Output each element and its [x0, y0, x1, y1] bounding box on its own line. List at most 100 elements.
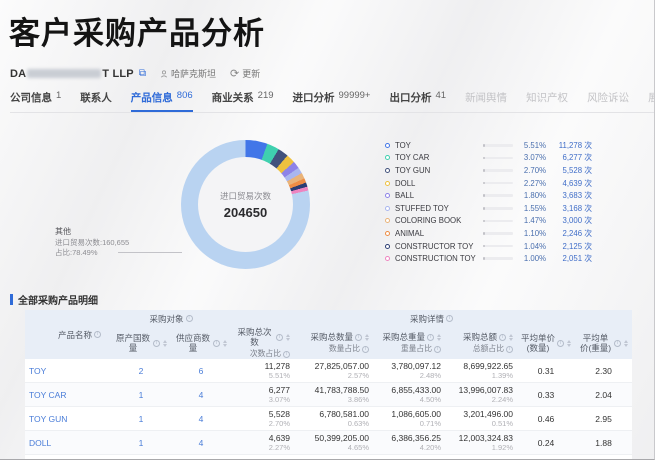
table-body: TOY 2 6 11,278 5.51% 27,825,057.00 2.57% 3,780,… [25, 359, 633, 459]
sort-icon[interactable] [437, 333, 442, 341]
col-header[interactable]: 供应商数量 i [171, 327, 232, 359]
legend-item-toy-gun[interactable]: TOY GUN 2.70% 5,528 次 [385, 164, 595, 177]
origin-countries-link[interactable]: 2 [111, 359, 171, 383]
sort-icon[interactable] [624, 339, 629, 347]
table-row: DOLL 1 4 4,639 2.27% 50,399,205.00 4.65% 6,386,… [25, 430, 633, 455]
avg-price-weight-cell: 2.04 [575, 382, 633, 407]
suppliers-link[interactable]: 4 [171, 382, 232, 407]
legend-mini-bar [483, 169, 513, 172]
origin-countries-link[interactable]: 1 [111, 406, 171, 431]
section-title-bar [10, 294, 13, 305]
info-icon[interactable]: i [283, 350, 291, 358]
table-row: TOY GUN 1 4 5,528 2.70% 6,780,581.00 0.63% 1,08… [25, 406, 633, 431]
legend-dot-icon [385, 180, 390, 186]
donut-center-label: 进口贸易次数 [219, 190, 271, 201]
total-weight-cell: 6,386,356.25 4.20% [373, 430, 446, 455]
col-header[interactable]: 平均单价(重量) i [575, 327, 633, 359]
legend-count: 3,000 次 [562, 216, 592, 226]
legend-label: ANIMAL [395, 228, 425, 238]
info-icon[interactable]: i [362, 345, 370, 353]
product-name-link[interactable]: TOY GUN [25, 406, 111, 431]
total-weight-cell: 6,855,433.00 4.50% [373, 382, 446, 407]
tab-出口分析[interactable]: 出口分析 41 [389, 90, 446, 112]
legend-label: COLORING BOOK [395, 216, 462, 226]
legend-item-coloring-book[interactable]: COLORING BOOK 1.47% 3,000 次 [385, 215, 595, 228]
legend-dot-icon [385, 243, 390, 249]
info-icon[interactable]: i [153, 339, 160, 347]
suppliers-link[interactable]: 5 [171, 454, 232, 459]
info-icon[interactable]: i [506, 345, 514, 353]
total-weight-cell: 1,086,605.00 0.71% [373, 406, 446, 431]
total-weight-cell: 3,780,097.12 2.48% [373, 359, 446, 383]
legend-item-construction-toy[interactable]: CONSTRUCTION TOY 1.00% 2,051 次 [385, 252, 595, 265]
origin-countries-link[interactable]: 1 [111, 430, 171, 455]
donut-chart[interactable]: 进口贸易次数 204650 [181, 140, 310, 269]
legend-percent: 1.80% [523, 191, 546, 201]
legend-item-animal[interactable]: ANIMAL 1.10% 2,246 次 [385, 227, 595, 240]
customer-purchase-analysis-page: 客户采购产品分析 DA T LLP ⧉ 哈萨克斯坦 ⟳ 更新 公司信息 1 联系人 产品… [0, 0, 655, 460]
legend-item-doll[interactable]: DOLL 2.27% 4,639 次 [385, 177, 595, 190]
refresh-button[interactable]: ⟳ 更新 [230, 67, 260, 80]
legend-label: TOY CAR [395, 153, 430, 163]
info-icon[interactable]: i [557, 339, 565, 347]
sort-icon[interactable] [365, 333, 370, 341]
total-quantity-cell: 41,783,788.50 3.86% [294, 382, 374, 407]
info-icon[interactable]: i [213, 339, 221, 347]
legend-item-stuffed-toy[interactable]: STUFFED TOY 1.55% 3,168 次 [385, 202, 595, 215]
col-header[interactable]: 采购总额 i 总额占比 i [445, 327, 518, 359]
legend-item-constructor-toy[interactable]: CONSTRUCTOR TOY 1.04% 2,125 次 [385, 240, 595, 253]
sort-icon[interactable] [509, 333, 514, 341]
info-icon[interactable]: i [446, 315, 454, 322]
col-header[interactable]: 原产国数量 i [111, 327, 171, 359]
legend-percent: 1.47% [523, 216, 546, 226]
table-row: BALL253,6831.80%29,726,113.002.74%4,423,… [25, 454, 633, 459]
origin-countries-link[interactable]: 1 [111, 382, 171, 407]
legend-label: TOY [395, 140, 411, 150]
tab-进口分析[interactable]: 进口分析 99999+ [293, 90, 371, 112]
sort-icon[interactable] [163, 339, 167, 347]
col-header[interactable]: 采购总次数 i 次数占比 i [231, 327, 295, 359]
info-icon[interactable]: i [185, 315, 193, 322]
tab-联系人[interactable]: 联系人 [80, 90, 112, 112]
col-header[interactable]: 采购总重量 i 重量占比 i [373, 327, 446, 359]
info-icon[interactable]: i [499, 333, 507, 341]
product-name-link[interactable]: BALL [25, 454, 111, 459]
legend-percent: 2.27% [523, 178, 546, 188]
legend-item-ball[interactable]: BALL 1.80% 3,683 次 [385, 189, 595, 202]
tab-风险诉讼: 风险诉讼 [587, 92, 630, 104]
info-icon[interactable]: i [427, 333, 435, 341]
legend-label: CONSTRUCTOR TOY [395, 241, 474, 251]
product-name-link[interactable]: TOY [25, 359, 111, 383]
suppliers-link[interactable]: 6 [171, 359, 232, 383]
info-icon[interactable]: i [276, 333, 284, 341]
refresh-icon: ⟳ [230, 68, 240, 80]
sort-icon[interactable] [567, 339, 572, 347]
info-icon[interactable]: i [434, 345, 442, 353]
donut-callout: 其他 进口贸易次数:160,655 占比:78.49% [55, 227, 130, 257]
suppliers-link[interactable]: 4 [171, 406, 232, 431]
legend-label: BALL [395, 191, 415, 201]
sort-icon[interactable] [286, 333, 291, 341]
col-header[interactable]: 平均单价(数量) i [517, 327, 576, 359]
legend-item-toy[interactable]: TOY 5.51% 11,278 次 [385, 139, 595, 152]
tab-商业关系[interactable]: 商业关系 219 [212, 90, 274, 112]
total-times-cell: 6,277 3.07% [231, 382, 295, 407]
col-header[interactable]: 采购总数量 i 数量占比 i [294, 327, 374, 359]
legend-count: 11,278 次 [558, 140, 592, 150]
info-icon[interactable]: i [355, 333, 363, 341]
product-name-link[interactable]: DOLL [25, 430, 111, 455]
callout-leader-line [118, 252, 182, 253]
info-icon[interactable]: i [94, 331, 101, 338]
suppliers-link[interactable]: 4 [171, 430, 232, 455]
product-name-link[interactable]: TOY CAR [25, 382, 111, 407]
legend-dot-icon [385, 142, 390, 148]
origin-countries-link[interactable]: 2 [111, 454, 171, 459]
copy-icon[interactable]: ⧉ [139, 68, 146, 79]
tab-公司信息[interactable]: 公司信息 1 [10, 90, 61, 112]
group-purchase-details: 采购详情 i [231, 310, 633, 327]
sort-icon[interactable] [223, 339, 228, 347]
tab-产品信息[interactable]: 产品信息 806 [130, 90, 193, 112]
info-icon[interactable]: i [614, 339, 622, 347]
legend-label: DOLL [395, 178, 416, 188]
legend-item-toy-car[interactable]: TOY CAR 3.07% 6,277 次 [385, 152, 595, 165]
